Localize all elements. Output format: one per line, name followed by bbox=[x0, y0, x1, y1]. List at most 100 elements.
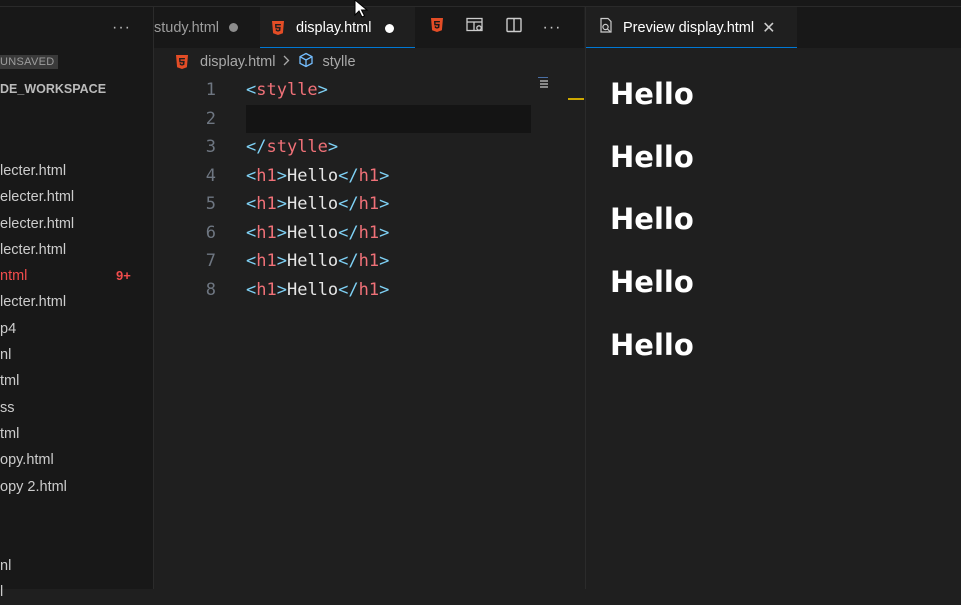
minimap-warning-marker bbox=[568, 98, 584, 100]
file-name: nl bbox=[0, 347, 12, 364]
line-number: 6 bbox=[205, 222, 216, 243]
explorer-file-item[interactable]: tml bbox=[0, 368, 153, 394]
tag-bracket: > bbox=[276, 279, 287, 300]
text-content: Hello bbox=[286, 279, 339, 300]
explorer-file-item[interactable]: electer.html bbox=[0, 211, 153, 237]
tab-label: study.html bbox=[154, 19, 220, 36]
file-name: lecter.html bbox=[0, 241, 67, 258]
tag-bracket: </ bbox=[246, 137, 267, 157]
tag-name: h1 bbox=[256, 165, 277, 186]
html-preview-button[interactable] bbox=[424, 7, 450, 48]
code-line[interactable] bbox=[246, 105, 389, 134]
explorer-file-item[interactable]: l bbox=[0, 579, 153, 605]
tab-study-html[interactable]: study.html bbox=[154, 7, 239, 48]
preview-heading: Hello bbox=[610, 327, 694, 362]
file-name: nl bbox=[0, 557, 12, 574]
unsaved-badge: UNSAVED bbox=[0, 55, 59, 69]
explorer-file-item[interactable]: nl bbox=[0, 342, 153, 368]
code-line[interactable]: <h1>Hello</h1> bbox=[246, 219, 389, 248]
text-content: Hello bbox=[286, 194, 339, 214]
tag-bracket: < bbox=[246, 194, 257, 214]
tag-bracket: > bbox=[327, 137, 339, 157]
preview-heading: Hello bbox=[610, 77, 694, 111]
symbol-cube-icon bbox=[298, 52, 314, 72]
breadcrumb: display.html stylle bbox=[154, 48, 584, 76]
tag-bracket: > bbox=[276, 222, 287, 243]
html5-file-icon bbox=[176, 55, 188, 69]
explorer-file-item[interactable]: lecter.html bbox=[0, 158, 153, 184]
tag-bracket: > bbox=[276, 165, 287, 186]
line-number: 1 bbox=[205, 80, 216, 100]
split-editor-icon bbox=[506, 17, 522, 38]
code-line[interactable]: <h1>Hello</h1> bbox=[246, 247, 389, 276]
tag-name: h1 bbox=[358, 251, 380, 271]
breadcrumb-symbol[interactable]: stylle bbox=[322, 54, 355, 70]
tag-bracket: > bbox=[276, 251, 287, 271]
code-editor[interactable]: 12345678 <stylle> </stylle> <h1>Hello</h1>… bbox=[154, 76, 584, 589]
code-line[interactable]: <stylle> bbox=[246, 76, 389, 105]
text-content: Hello bbox=[286, 222, 339, 243]
split-editor-button[interactable] bbox=[501, 7, 527, 48]
preview-heading: Hello bbox=[610, 265, 694, 300]
explorer-file-item[interactable]: electer.html bbox=[0, 184, 153, 210]
problem-count-badge: 9+ bbox=[116, 268, 131, 284]
title-bar bbox=[0, 0, 961, 7]
explorer-file-item[interactable]: nl bbox=[0, 553, 153, 579]
code-lines[interactable]: <stylle> </stylle> <h1>Hello</h1> <h1>Hello… bbox=[246, 76, 389, 304]
tag-name: h1 bbox=[358, 194, 380, 214]
html5-file-icon bbox=[272, 21, 284, 35]
explorer-file-item[interactable]: ss bbox=[0, 395, 153, 421]
editor-more-actions-button[interactable]: ··· bbox=[539, 7, 565, 48]
file-name: tml bbox=[0, 373, 20, 390]
file-name: opy.html bbox=[0, 452, 54, 469]
explorer-file-item[interactable]: opy.html bbox=[0, 447, 153, 473]
preview-tab-label: Preview display.html bbox=[623, 19, 755, 36]
tag-name: stylle bbox=[266, 137, 328, 157]
code-line[interactable]: <h1>Hello</h1> bbox=[246, 276, 389, 305]
open-preview-to-side-button[interactable] bbox=[462, 7, 488, 48]
tag-bracket: > bbox=[317, 80, 328, 100]
explorer-file-item[interactable]: lecter.html bbox=[0, 237, 153, 263]
file-name: lecter.html bbox=[0, 294, 67, 311]
code-line[interactable]: <h1>Hello</h1> bbox=[246, 190, 389, 219]
line-number: 3 bbox=[205, 137, 216, 157]
line-number: 5 bbox=[205, 194, 216, 214]
tab-display-html[interactable]: display.html bbox=[260, 7, 415, 48]
html5-file-icon bbox=[431, 18, 443, 37]
explorer-file-item[interactable]: lecter.html bbox=[0, 289, 153, 315]
tag-bracket: </ bbox=[338, 222, 359, 243]
explorer-file-item[interactable]: ntml 9+ bbox=[0, 263, 153, 289]
preview-heading: Hello bbox=[610, 202, 694, 237]
unsaved-dot-icon bbox=[385, 23, 395, 33]
preview-icon bbox=[598, 17, 615, 38]
code-line[interactable]: <h1>Hello</h1> bbox=[246, 162, 389, 191]
explorer-file-item[interactable]: p4 bbox=[0, 316, 153, 342]
tag-bracket: < bbox=[246, 251, 257, 271]
file-name: opy 2.html bbox=[0, 478, 67, 495]
breadcrumb-file[interactable]: display.html bbox=[176, 54, 275, 70]
close-icon[interactable]: ✕ bbox=[762, 18, 775, 38]
chevron-right-icon bbox=[283, 54, 290, 70]
tag-name: stylle bbox=[256, 80, 318, 100]
tag-bracket: < bbox=[246, 165, 257, 186]
tag-bracket: > bbox=[379, 194, 390, 214]
code-line[interactable]: </stylle> bbox=[246, 133, 389, 162]
tag-bracket: </ bbox=[338, 279, 359, 300]
tag-bracket: < bbox=[246, 279, 257, 300]
minimap[interactable] bbox=[538, 76, 556, 90]
file-name: lecter.html bbox=[0, 163, 67, 179]
file-name: p4 bbox=[0, 320, 17, 337]
file-name: ss bbox=[0, 399, 15, 416]
line-number: 7 bbox=[205, 251, 216, 271]
line-number: 4 bbox=[205, 165, 216, 186]
file-name: l bbox=[0, 584, 4, 601]
tag-bracket: </ bbox=[338, 194, 359, 214]
tag-name: h1 bbox=[256, 222, 277, 243]
explorer-file-item[interactable]: tml bbox=[0, 421, 153, 447]
workspace-title[interactable]: DE_WORKSPACE bbox=[0, 82, 106, 96]
tab-preview-display-html[interactable]: Preview display.html ✕ bbox=[586, 7, 797, 48]
preview-tab-bar: Preview display.html ✕ bbox=[585, 7, 961, 48]
tag-name: h1 bbox=[358, 279, 380, 300]
explorer-more-button[interactable]: ··· bbox=[112, 19, 131, 37]
explorer-file-item[interactable]: opy 2.html bbox=[0, 474, 153, 500]
